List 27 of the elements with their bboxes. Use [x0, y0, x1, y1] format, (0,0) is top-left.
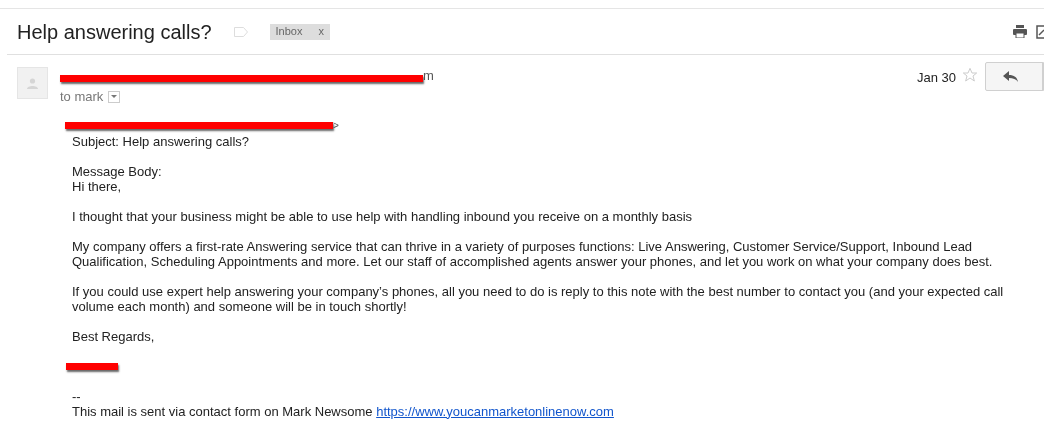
print-icon[interactable]	[1013, 25, 1027, 38]
date-text: Jan 30	[916, 69, 956, 87]
new-window-icon[interactable]	[1036, 24, 1044, 39]
remove-label-button[interactable]: x	[318, 23, 324, 40]
recipient-text: to mark	[60, 88, 104, 106]
star-icon[interactable]	[962, 67, 978, 83]
reply-icon	[1003, 71, 1018, 82]
reply-button[interactable]	[985, 62, 1044, 91]
redaction-mark	[66, 362, 118, 370]
body-text: Best Regards,	[72, 328, 156, 344]
label-text: Inbox	[275, 24, 303, 40]
from-fragment: >	[333, 120, 339, 131]
body-text: I thought that your business might be able to use help with handling inbound you receive on a monthly basis	[72, 208, 694, 224]
body-text: Hi there,	[72, 178, 122, 194]
body-text: This mail is sent via contact form on Mark Newsome	[72, 403, 374, 419]
body-text: Subject: Help answering calls?	[72, 133, 251, 149]
email-subject: Help answering calls?	[17, 19, 212, 45]
body-text: If you could use expert help answering your company’s phones, all you need to do is reply to this note with the best number to contact you (and your expected call volume each month) and someone will be in touch shortly!	[72, 283, 1005, 314]
label-chip[interactable]: Inbox x	[269, 23, 330, 40]
caret-icon	[111, 95, 118, 99]
details-dropdown[interactable]	[108, 90, 121, 103]
body-text: My company offers a first-rate Answering service that can thrive in a variety of purposes functions: Live Answering, Customer Service/Support, Inbound Lead Qualification, Scheduling Appointments and more. Let our staff of accomplished agents answer your phones, and let you work on what your company does best.	[72, 238, 994, 269]
person-icon	[27, 77, 38, 89]
body-text: --	[72, 388, 82, 404]
sender-fragment: m	[423, 67, 434, 86]
website-link[interactable]: https://www.youcanmarketonlinenow.com	[376, 403, 614, 419]
body-text: Message Body:	[72, 163, 163, 179]
